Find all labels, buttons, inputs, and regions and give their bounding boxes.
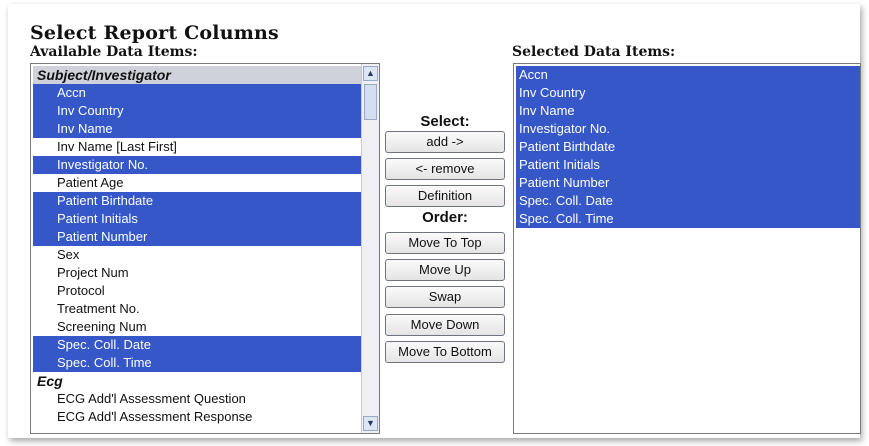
chevron-up-icon[interactable]: ▲ xyxy=(363,66,378,81)
list-item[interactable]: Sex xyxy=(33,246,361,264)
list-item[interactable]: Patient Number xyxy=(33,228,361,246)
list-item[interactable]: Spec. Coll. Time xyxy=(33,354,361,372)
add-button[interactable]: add -> xyxy=(385,131,505,153)
list-group-header[interactable]: Subject/Investigator xyxy=(33,66,361,84)
list-item[interactable]: Spec. Coll. Date xyxy=(516,192,860,210)
list-item[interactable]: Patient Number xyxy=(516,174,860,192)
selected-items-label: Selected Data Items: xyxy=(512,44,676,60)
list-item[interactable]: Inv Country xyxy=(33,102,361,120)
list-item[interactable]: Inv Name [Last First] xyxy=(33,138,361,156)
page-title: Select Report Columns xyxy=(30,22,279,44)
list-item[interactable]: Patient Birthdate xyxy=(33,192,361,210)
list-item[interactable]: Inv Name xyxy=(33,120,361,138)
list-item[interactable]: Patient Age xyxy=(33,174,361,192)
available-items-rows: Subject/Investigator Accn Inv Country Inv N… xyxy=(33,66,361,426)
scrollbar-thumb[interactable] xyxy=(364,84,377,120)
available-items-label: Available Data Items: xyxy=(30,44,198,60)
list-item[interactable]: Patient Initials xyxy=(516,156,860,174)
selected-items-list[interactable]: Accn Inv Country Inv Name Investigator No. P… xyxy=(513,63,861,434)
list-item[interactable]: Patient Initials xyxy=(33,210,361,228)
selected-items-rows: Accn Inv Country Inv Name Investigator No. P… xyxy=(516,66,860,228)
list-item[interactable]: Spec. Coll. Date xyxy=(33,336,361,354)
move-to-bottom-button[interactable]: Move To Bottom xyxy=(385,341,505,363)
list-item[interactable]: Investigator No. xyxy=(516,120,860,138)
list-group-header[interactable]: Ecg xyxy=(33,372,361,390)
list-item[interactable]: Accn xyxy=(33,84,361,102)
list-item[interactable]: Inv Country xyxy=(516,84,860,102)
chevron-down-icon[interactable]: ▼ xyxy=(363,416,378,431)
list-item[interactable]: Project Num xyxy=(33,264,361,282)
list-item[interactable]: Spec. Coll. Time xyxy=(516,210,860,228)
list-item[interactable]: Treatment No. xyxy=(33,300,361,318)
list-item[interactable]: Investigator No. xyxy=(33,156,361,174)
list-item[interactable]: Accn xyxy=(516,66,860,84)
order-label: Order: xyxy=(422,209,468,226)
list-item[interactable]: Inv Name xyxy=(516,102,860,120)
list-item[interactable]: Screening Num xyxy=(33,318,361,336)
list-item[interactable]: ECG Add'l Assessment Response xyxy=(33,408,361,426)
list-item[interactable]: Patient Birthdate xyxy=(516,138,860,156)
move-up-button[interactable]: Move Up xyxy=(385,259,505,281)
move-down-button[interactable]: Move Down xyxy=(385,314,505,336)
list-item[interactable]: Protocol xyxy=(33,282,361,300)
move-to-top-button[interactable]: Move To Top xyxy=(385,232,505,254)
available-list-scrollbar[interactable]: ▲ ▼ xyxy=(361,64,379,433)
list-item[interactable]: ECG Add'l Assessment Question xyxy=(33,390,361,408)
available-items-list[interactable]: Subject/Investigator Accn Inv Country Inv N… xyxy=(30,63,380,434)
remove-button[interactable]: <- remove xyxy=(385,158,505,180)
swap-button[interactable]: Swap xyxy=(385,286,505,308)
definition-button[interactable]: Definition xyxy=(385,185,505,207)
select-label: Select: xyxy=(420,113,470,130)
